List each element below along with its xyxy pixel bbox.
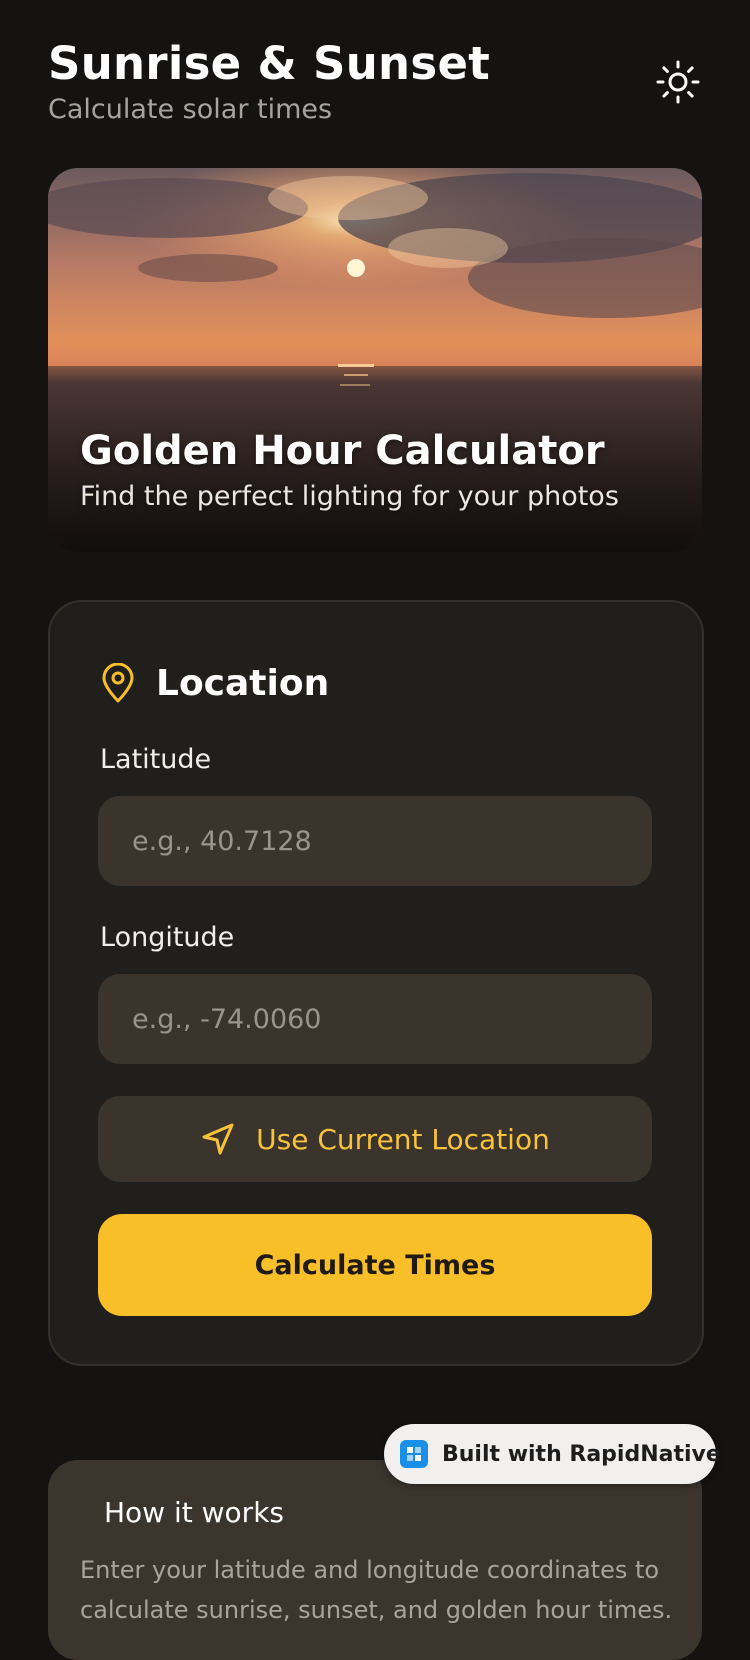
hero-banner: Golden Hour Calculator Find the perfect … bbox=[48, 168, 702, 552]
app-title: Sunrise & Sunset bbox=[48, 37, 491, 90]
use-current-location-label: Use Current Location bbox=[256, 1122, 550, 1156]
longitude-input[interactable] bbox=[98, 974, 652, 1064]
use-current-location-button[interactable]: Use Current Location bbox=[98, 1096, 652, 1182]
theme-toggle-button[interactable] bbox=[654, 58, 702, 106]
location-card: Location Latitude Longitude Use Current … bbox=[48, 600, 704, 1366]
map-pin-icon bbox=[102, 663, 134, 703]
hero-subtitle: Find the perfect lighting for your photo… bbox=[80, 481, 619, 512]
how-it-works-body: Enter your latitude and longitude coordi… bbox=[80, 1556, 673, 1624]
longitude-label: Longitude bbox=[100, 922, 235, 953]
built-with-badge[interactable]: Built with RapidNative bbox=[384, 1424, 721, 1484]
how-it-works-title: How it works bbox=[104, 1496, 284, 1529]
calculate-times-button[interactable]: Calculate Times bbox=[98, 1214, 652, 1316]
hero-title: Golden Hour Calculator bbox=[80, 428, 605, 474]
location-card-title: Location bbox=[156, 662, 330, 704]
sun-icon bbox=[656, 60, 700, 104]
app-subtitle: Calculate solar times bbox=[48, 94, 333, 125]
latitude-label: Latitude bbox=[100, 744, 212, 775]
location-card-header: Location bbox=[100, 658, 329, 708]
how-it-works-card: How it works Enter your latitude and lon… bbox=[48, 1460, 702, 1660]
navigation-arrow-icon bbox=[202, 1123, 234, 1155]
calculate-times-label: Calculate Times bbox=[254, 1249, 496, 1281]
rapidnative-logo-icon bbox=[400, 1440, 428, 1468]
latitude-input[interactable] bbox=[98, 796, 652, 886]
built-with-label: Built with RapidNative bbox=[442, 1441, 721, 1467]
app-header: Sunrise & Sunset Calculate solar times bbox=[48, 36, 702, 136]
